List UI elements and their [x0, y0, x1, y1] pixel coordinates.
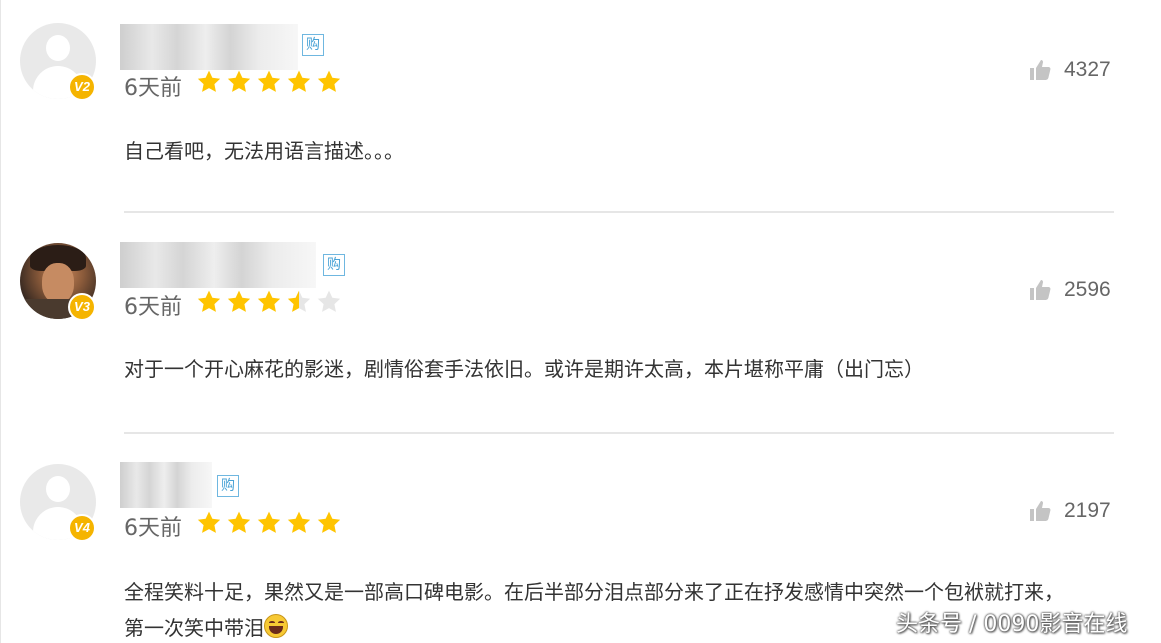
- level-badge: V2: [68, 73, 96, 101]
- like-count: 2197: [1064, 499, 1111, 522]
- star-icon: [316, 69, 342, 95]
- comment-text-line-1: 全程笑料十足，果然又是一部高口碑电影。在后半部分泪点部分来了正在抒发感情中突然一…: [124, 580, 1064, 604]
- username-blurred[interactable]: [120, 24, 298, 70]
- star-icon: [226, 289, 252, 315]
- star-icon: [316, 510, 342, 536]
- purchased-tag: 购: [217, 475, 239, 497]
- comment-text-line-2-text: 第一次笑中带泪: [124, 616, 264, 640]
- star-icon: [256, 289, 282, 315]
- star-icon: [286, 510, 312, 536]
- thumbs-up-icon[interactable]: [1028, 499, 1052, 523]
- divider: [124, 211, 1114, 213]
- star-icon: [196, 289, 222, 315]
- star-icon: [256, 69, 282, 95]
- thumbs-up-icon[interactable]: [1028, 278, 1052, 302]
- laughing-tears-emoji-icon: [264, 614, 288, 638]
- star-icon: [196, 510, 222, 536]
- star-icon: [226, 69, 252, 95]
- star-icon: [226, 510, 252, 536]
- star-icon: [256, 510, 282, 536]
- like-count: 2596: [1064, 278, 1111, 301]
- like-control[interactable]: 4327: [1028, 56, 1111, 84]
- star-icon: [286, 289, 312, 315]
- thumbs-up-icon[interactable]: [1028, 58, 1052, 82]
- username-blurred[interactable]: [120, 242, 316, 288]
- avatar[interactable]: V4: [20, 464, 98, 542]
- level-badge: V3: [68, 293, 96, 321]
- rating-stars: [196, 510, 342, 536]
- comment-time: 6天前: [124, 516, 182, 541]
- avatar[interactable]: V2: [20, 23, 98, 101]
- comment-time: 6天前: [124, 295, 182, 320]
- star-icon: [316, 289, 342, 315]
- watermark: 头条号 / 0090影音在线: [896, 612, 1128, 637]
- like-control[interactable]: 2596: [1028, 276, 1111, 304]
- avatar[interactable]: V3: [20, 243, 98, 321]
- like-count: 4327: [1064, 58, 1111, 81]
- comment-text: 自己看吧，无法用语言描述。。。: [124, 139, 404, 163]
- rating-stars: [196, 289, 342, 315]
- left-border: [0, 0, 1, 643]
- like-control[interactable]: 2197: [1028, 497, 1111, 525]
- comment-text: 对于一个开心麻花的影迷，剧情俗套手法依旧。或许是期许太高，本片堪称平庸（出门忘）: [124, 357, 924, 381]
- divider: [124, 432, 1114, 434]
- star-icon: [196, 69, 222, 95]
- star-icon: [286, 69, 312, 95]
- username-blurred[interactable]: [120, 462, 212, 508]
- level-badge: V4: [68, 514, 96, 542]
- rating-stars: [196, 69, 342, 95]
- purchased-tag: 购: [302, 34, 324, 56]
- comment-time: 6天前: [124, 76, 182, 101]
- purchased-tag: 购: [323, 254, 345, 276]
